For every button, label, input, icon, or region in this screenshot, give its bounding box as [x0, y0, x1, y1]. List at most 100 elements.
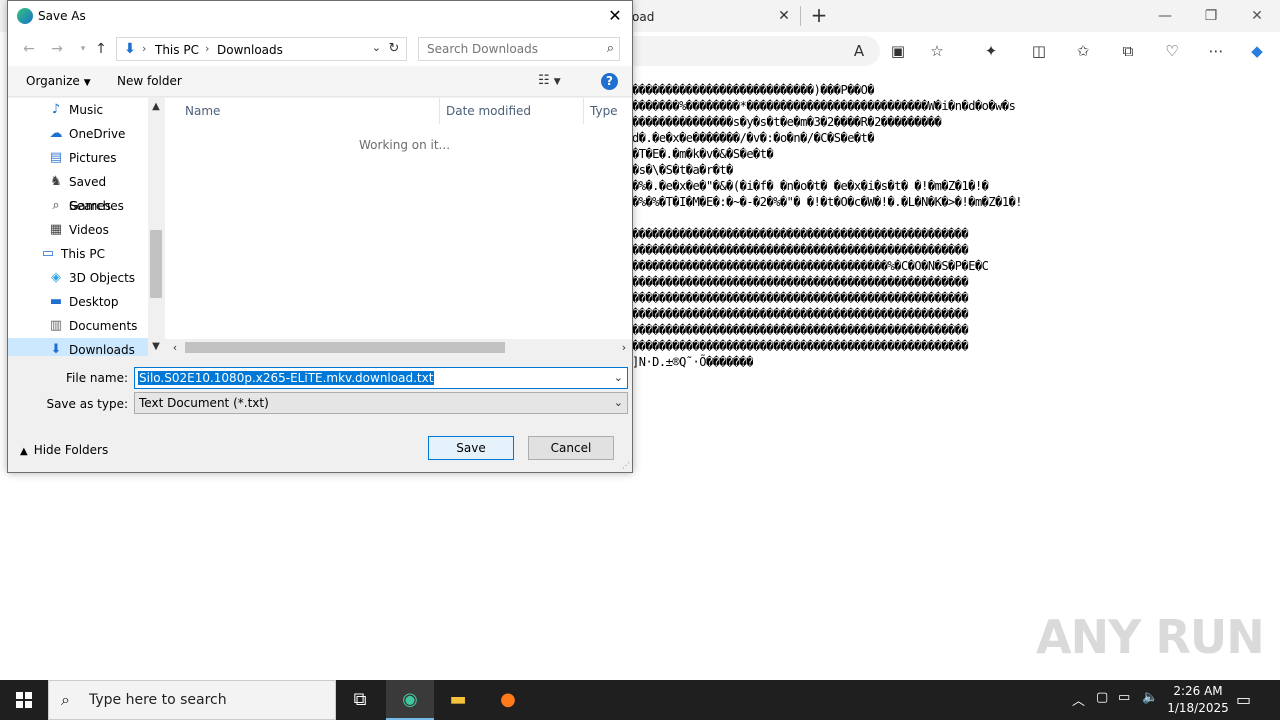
- nav-item[interactable]: ⌕ Searches: [8, 194, 148, 218]
- text-line: �T�E�.�m�k�v�&�S�e�t�: [632, 147, 774, 161]
- file-list-pane: Name Date modified Type Working on it...…: [165, 98, 632, 356]
- nav-item[interactable]: ▦ Videos: [8, 218, 148, 242]
- text-line: ����������������������������������������…: [632, 307, 969, 321]
- firefox-icon: ●: [500, 689, 516, 710]
- file-list-hscrollbar[interactable]: ‹ ›: [165, 339, 632, 356]
- column-header-name[interactable]: Name: [185, 104, 220, 118]
- taskbar: ⌕ Type here to search ⧉ ◉ ▬ ● ︿ ▢ ▭ 🔈 2:…: [0, 680, 1280, 720]
- nav-item[interactable]: ♞ Saved Games: [8, 170, 148, 213]
- favorites-icon[interactable]: ✩: [1072, 40, 1094, 62]
- save-button[interactable]: Save: [428, 436, 514, 460]
- new-folder-button[interactable]: New folder: [117, 74, 182, 88]
- clock-date: 1/18/2025: [1167, 701, 1229, 715]
- scroll-thumb[interactable]: [150, 230, 162, 298]
- organize-button[interactable]: Organize ▼: [26, 74, 91, 88]
- up-arrow-icon[interactable]: ↑: [92, 40, 110, 58]
- taskbar-search-placeholder: Type here to search: [89, 692, 227, 708]
- refresh-icon[interactable]: ↻: [385, 40, 403, 58]
- file-explorer-button[interactable]: ▬: [434, 680, 482, 720]
- taskbar-search[interactable]: ⌕ Type here to search: [48, 680, 336, 720]
- help-icon[interactable]: ?: [601, 73, 618, 90]
- nav-item[interactable]: ◈ 3D Objects: [8, 266, 148, 290]
- nav-item[interactable]: ▬ Desktop: [8, 290, 148, 314]
- restore-icon[interactable]: ❐: [1196, 4, 1226, 28]
- file-name-value[interactable]: Silo.S02E10.1080p.x265-ELiTE.mkv.downloa…: [138, 371, 435, 385]
- browser-tab[interactable]: oad ✕: [620, 2, 800, 32]
- nav-item-label: 3D Objects: [69, 271, 136, 285]
- volume-icon[interactable]: 🔈: [1142, 690, 1158, 705]
- column-header-date-modified[interactable]: Date modified: [446, 104, 531, 118]
- device-icon[interactable]: ▢: [1096, 690, 1108, 705]
- breadcrumb-downloads[interactable]: Downloads: [217, 43, 283, 57]
- page-text-content: ���������������������������)���P��O� ����…: [632, 82, 1280, 382]
- edge-taskbar-button[interactable]: ◉: [386, 680, 434, 720]
- resize-grip-icon[interactable]: ⋰: [622, 461, 630, 470]
- saved-games-icon: ♞: [50, 174, 62, 189]
- address-path[interactable]: ⬇ › This PC › Downloads ⌄ ↻: [116, 37, 407, 61]
- extensions-icon[interactable]: ✦: [980, 40, 1002, 62]
- windows-logo-icon: [16, 692, 32, 708]
- favorite-star-icon[interactable]: ☆: [926, 40, 948, 62]
- search-input[interactable]: [419, 38, 599, 60]
- forward-arrow-icon[interactable]: →: [48, 40, 66, 58]
- window-close-icon[interactable]: ✕: [1242, 4, 1272, 28]
- column-divider[interactable]: [583, 98, 584, 124]
- address-bar[interactable]: [630, 36, 880, 66]
- firefox-button[interactable]: ●: [484, 680, 532, 720]
- file-name-label: File name:: [66, 371, 128, 385]
- nav-item[interactable]: ☁ OneDrive: [8, 122, 148, 146]
- nav-item-label: Videos: [69, 223, 109, 237]
- scroll-left-icon[interactable]: ‹: [168, 340, 182, 355]
- nav-item-label: Desktop: [69, 295, 119, 309]
- view-options-icon[interactable]: ☷ ▼: [538, 73, 561, 88]
- loading-status: Working on it...: [359, 138, 451, 152]
- split-screen-icon[interactable]: ◫: [1028, 40, 1050, 62]
- column-header-type[interactable]: Type: [590, 104, 618, 118]
- nav-item-label: This PC: [61, 247, 105, 261]
- start-button[interactable]: [0, 680, 48, 720]
- documents-icon: ▥: [49, 318, 63, 333]
- folder-icon: ▬: [449, 689, 467, 710]
- show-hidden-icons[interactable]: ︿: [1072, 690, 1085, 709]
- immersive-reader-icon[interactable]: ▣: [887, 40, 909, 62]
- network-icon[interactable]: ▭: [1118, 690, 1130, 705]
- task-view-icon: ⧉: [353, 689, 367, 710]
- dialog-close-icon[interactable]: ✕: [602, 4, 628, 28]
- browser-essentials-icon[interactable]: ♡: [1161, 40, 1183, 62]
- back-arrow-icon[interactable]: ←: [20, 40, 38, 58]
- minimize-icon[interactable]: —: [1150, 4, 1180, 28]
- column-divider[interactable]: [439, 98, 440, 124]
- new-tab-icon[interactable]: +: [808, 4, 830, 26]
- nav-item[interactable]: ▭ This PC: [8, 242, 148, 266]
- save-type-select[interactable]: Text Document (*.txt) ⌄: [134, 392, 628, 414]
- scroll-right-icon[interactable]: ›: [617, 340, 631, 355]
- file-name-field[interactable]: Silo.S02E10.1080p.x265-ELiTE.mkv.downloa…: [134, 367, 628, 389]
- chevron-down-icon[interactable]: ⌄: [372, 41, 381, 54]
- chevron-down-icon: ⌄: [613, 396, 623, 409]
- cancel-button[interactable]: Cancel: [528, 436, 614, 460]
- hide-folders-button[interactable]: ▲ Hide Folders: [20, 443, 108, 457]
- recent-locations-icon[interactable]: ▾: [74, 40, 92, 58]
- nav-item[interactable]: ♪ Music: [8, 98, 148, 122]
- notification-icon[interactable]: ▭: [1236, 690, 1251, 709]
- search-downloads[interactable]: ⌕: [418, 37, 620, 61]
- scroll-down-icon[interactable]: ▼: [148, 340, 164, 354]
- copilot-icon[interactable]: ◆: [1246, 40, 1268, 62]
- nav-item[interactable]: ▥ Documents: [8, 314, 148, 338]
- chevron-down-icon: ▼: [83, 78, 91, 88]
- tab-close-icon[interactable]: ✕: [776, 8, 792, 24]
- nav-item-label: Documents: [69, 319, 138, 333]
- more-menu-icon[interactable]: ⋯: [1205, 40, 1227, 62]
- read-aloud-icon[interactable]: A: [848, 40, 870, 62]
- hscroll-thumb[interactable]: [185, 342, 505, 353]
- collections-icon[interactable]: ⧉: [1117, 40, 1139, 62]
- task-view-button[interactable]: ⧉: [336, 680, 384, 720]
- nav-scrollbar[interactable]: ▲ ▼: [148, 98, 164, 356]
- breadcrumb-this-pc[interactable]: This PC: [155, 43, 199, 57]
- nav-item[interactable]: ⬇ Downloads: [8, 338, 148, 356]
- system-clock[interactable]: 2:26 AM 1/18/2025: [1160, 683, 1236, 717]
- scroll-up-icon[interactable]: ▲: [148, 100, 164, 114]
- nav-item[interactable]: ▤ Pictures: [8, 146, 148, 170]
- chevron-down-icon[interactable]: ⌄: [614, 371, 623, 384]
- command-bar: Organize ▼ New folder ☷ ▼ ?: [8, 66, 632, 97]
